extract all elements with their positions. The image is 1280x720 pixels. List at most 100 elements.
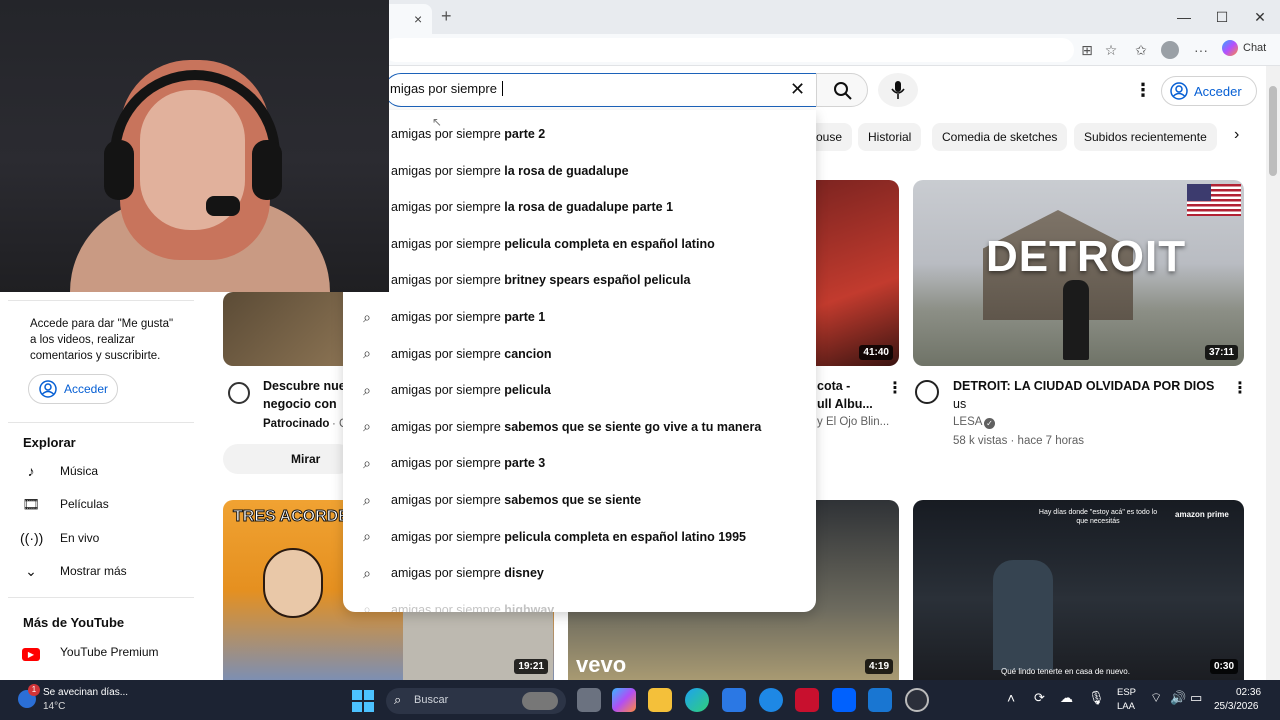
app-icon[interactable]: ⊞ [1076,41,1098,59]
weather-title[interactable]: Se avecinan días... [43,687,128,698]
copilot-app-icon[interactable] [612,688,636,712]
search-suggestion[interactable]: ⌕ amigas por siempre parte 1 [343,299,816,335]
chip-sketch-comedy[interactable]: Comedia de sketches [932,123,1068,151]
dropbox-icon[interactable] [832,688,856,712]
new-tab-button[interactable]: + [441,6,452,27]
movies-icon: 🎞 [22,495,40,512]
search-suggestion[interactable]: amigas por siempre parte 2 [343,116,816,152]
suggestion-query-prefix: amigas por siempre [391,273,505,288]
battery-icon[interactable]: ▭ [1190,690,1202,706]
search-highlight-icon [522,692,558,710]
search-suggestion[interactable]: amigas por siempre pelicula completa en … [343,226,816,262]
video-title-2[interactable]: cota - [817,378,850,395]
video-menu-icon[interactable]: ⋮ [887,378,903,398]
search-suggestion[interactable]: ⌕ amigas por siempre sabemos que se sient… [343,482,816,518]
sidebar-sign-in-button[interactable]: Acceder [28,374,118,404]
chips-next-icon[interactable]: › [1234,126,1239,144]
weather-widget[interactable]: 1 [18,684,40,710]
taskbar-search-input[interactable]: ⌕ Buscar [386,688,566,714]
mcafee-icon[interactable] [795,688,819,712]
file-explorer-icon[interactable] [648,688,672,712]
onedrive-icon[interactable]: ☁ [1060,690,1073,706]
store-icon[interactable] [722,688,746,712]
close-window-button[interactable]: ✕ [1240,6,1280,28]
scrollbar-thumb[interactable] [1269,86,1277,176]
search-suggestion[interactable]: ⌕ amigas por siempre pelicula completa en… [343,519,816,555]
obs-icon[interactable] [905,688,929,712]
microphone-icon [891,81,905,99]
channel-avatar[interactable] [915,380,939,404]
video-title-2-line2[interactable]: ull Albu... [817,396,873,413]
start-windows-icon[interactable] [352,690,374,712]
suggestion-completion: britney spears español pelicula [504,273,691,288]
clock-date[interactable]: 25/3/2026 [1214,701,1259,712]
search-suggestion[interactable]: amigas por siempre la rosa de guadalupe … [343,189,816,225]
page-scrollbar[interactable] [1266,66,1280,680]
favorites-icon[interactable]: ✩ [1130,41,1152,59]
profile-avatar[interactable] [1161,41,1179,59]
suggestion-query-prefix: amigas por siempre [391,602,505,612]
sidebar-item-youtube-premium[interactable]: ▶ YouTube Premium [20,638,159,666]
outlook-icon[interactable] [868,688,892,712]
copilot-chat-button[interactable]: Chat [1222,40,1266,56]
help-icon[interactable] [759,688,783,712]
tray-overflow-icon[interactable]: ˄ [1007,690,1015,706]
search-icon: ⌕ [363,381,371,398]
language-top[interactable]: ESP [1117,687,1136,698]
clear-search-icon[interactable]: ✕ [790,79,805,100]
advertiser-logo-icon[interactable] [228,382,250,404]
sidebar-item-show-more[interactable]: ⌄ Mostrar más [20,557,127,585]
sponsored-label: Patrocinado [263,418,330,430]
volume-icon[interactable]: 🔊 [1170,690,1186,706]
search-suggestion[interactable]: ⌕ amigas por siempre cancion [343,336,816,372]
sign-in-button[interactable]: Acceder [1161,76,1257,106]
task-view-icon[interactable] [577,688,601,712]
video-channel-2[interactable]: y El Ojo Blin... [817,416,889,428]
microphone-icon[interactable]: 🎙 [1088,690,1105,706]
wifi-icon[interactable]: ⌔ [1150,690,1162,706]
search-suggestion[interactable]: ⌕ amigas por siempre sabemos que se sient… [343,409,816,445]
channel-name[interactable]: LESA [953,416,982,428]
video-menu-icon[interactable]: ⋮ [1232,378,1248,398]
video-title-detroit-line2[interactable]: us [953,396,966,413]
language-bottom[interactable]: LAA [1117,701,1135,712]
maximize-button[interactable]: ☐ [1202,6,1242,28]
search-suggestion[interactable]: amigas por siempre la rosa de guadalupe [343,153,816,189]
voice-search-button[interactable] [878,73,918,107]
search-suggestion[interactable]: ⌕ amigas por siempre parte 3 [343,445,816,481]
headset-mic [206,196,240,216]
sidebar-sign-in-label: Acceder [64,382,109,396]
sidebar-item-live[interactable]: ((·)) En vivo [20,524,99,552]
search-input-value: migas por siempre [390,81,501,96]
minimize-button[interactable]: — [1164,6,1204,28]
notification-badge: 1 [28,684,40,696]
edge-browser-icon[interactable] [685,688,709,712]
ad-watch-button[interactable]: Mirar [223,444,353,474]
search-button[interactable] [816,73,868,107]
ad-title[interactable]: Descubre nue [263,378,346,395]
suggestion-query-prefix: amigas por siempre [391,493,505,507]
live-icon: ((·)) [20,530,44,546]
tab-close-icon[interactable]: × [414,11,422,27]
clock-time[interactable]: 02:36 [1236,687,1261,698]
chevron-down-icon: ⌄ [25,562,37,579]
search-suggestion[interactable]: ⌕ amigas por siempre disney [343,555,816,591]
more-menu-icon[interactable]: ··· [1190,41,1212,59]
sidebar-item-movies[interactable]: 🎞 Películas [20,490,109,518]
video-thumbnail-amazon[interactable]: Hay días donde "estoy acá" es todo lo qu… [913,500,1244,680]
chip-recently-uploaded[interactable]: Subidos recientemente [1074,123,1217,151]
chip-history[interactable]: Historial [858,123,922,151]
settings-kebab-icon[interactable]: ⋮ [1134,80,1152,101]
search-suggestion[interactable]: ⌕ amigas por siempre pelicula [343,372,816,408]
search-suggestion[interactable]: amigas por siempre britney spears españo… [343,262,816,298]
search-icon: ⌕ [394,692,402,707]
search-suggestion[interactable]: ⌕ amigas por siempre highway [343,592,816,612]
sidebar-item-music[interactable]: ♪ Música [20,457,99,485]
sync-icon[interactable]: ⟳ [1034,690,1045,706]
favorite-star-icon[interactable]: ☆ [1100,41,1122,59]
address-bar[interactable] [384,38,1074,62]
ad-title-line2[interactable]: negocio con [263,396,337,413]
ad-thumbnail[interactable] [223,292,353,366]
video-thumbnail-detroit[interactable]: DETROIT 37:11 [913,180,1244,366]
video-title-detroit[interactable]: DETROIT: LA CIUDAD OLVIDADA POR DIOS [953,378,1214,395]
